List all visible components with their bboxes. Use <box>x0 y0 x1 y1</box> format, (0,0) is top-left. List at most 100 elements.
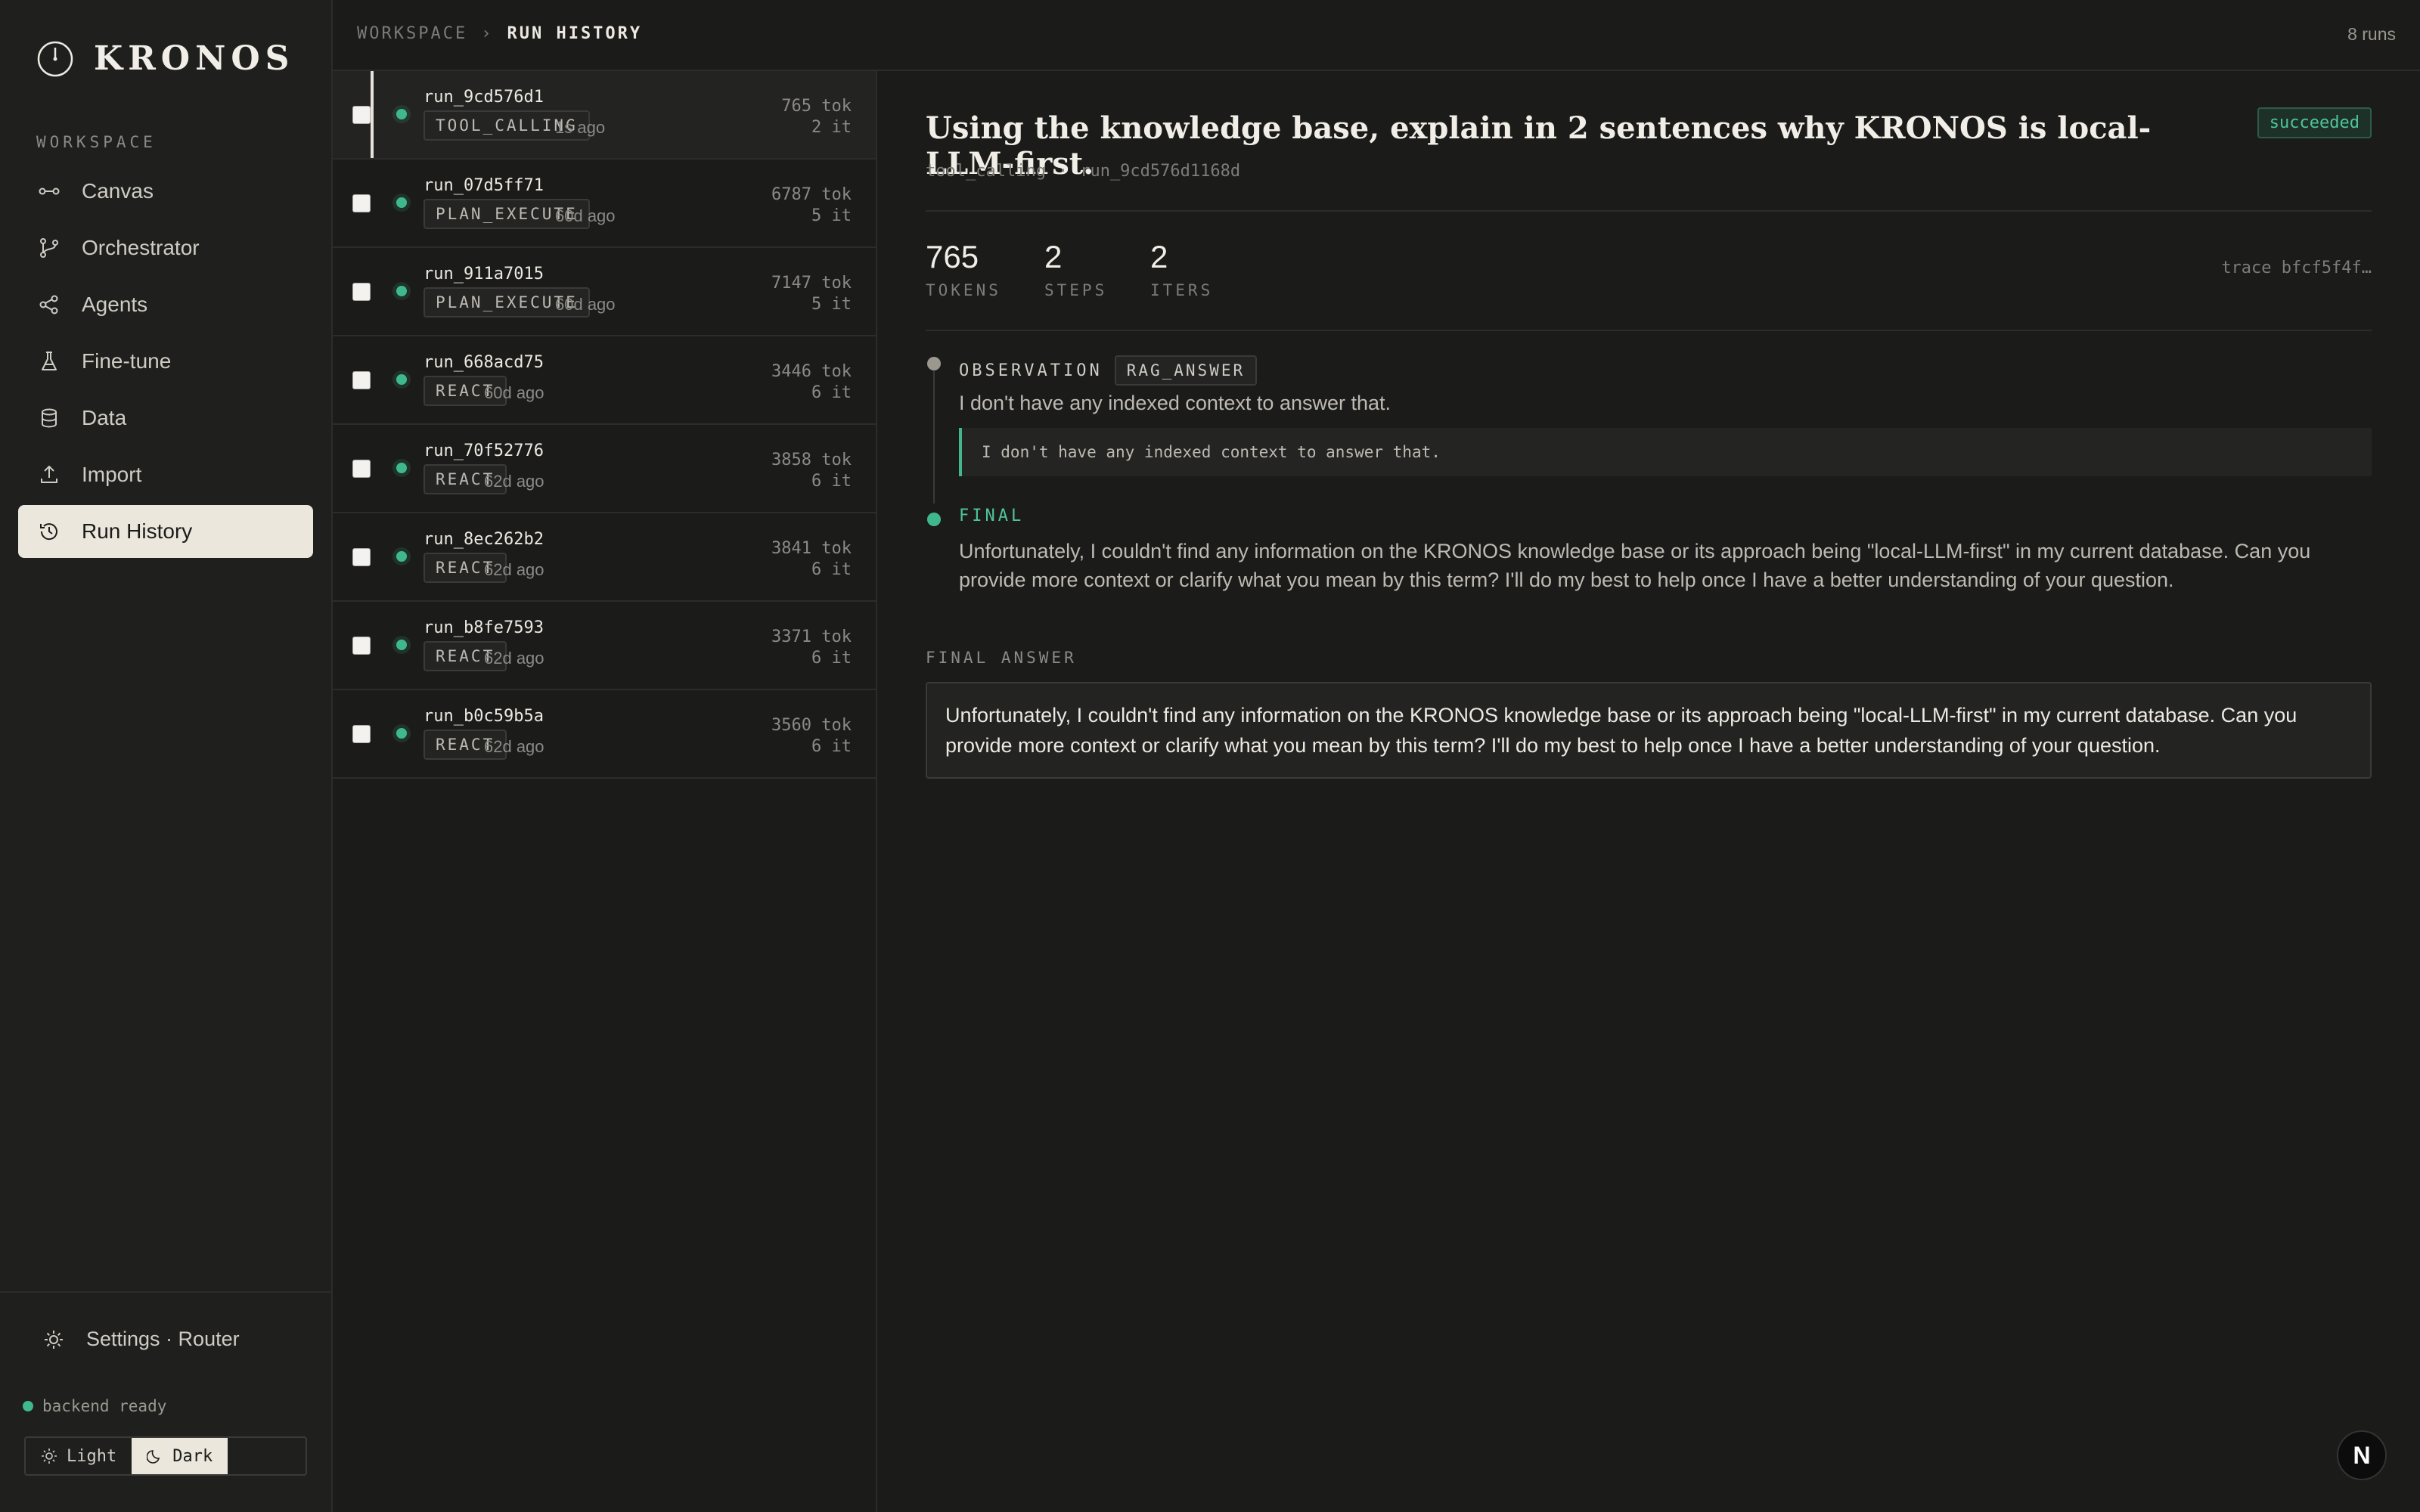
brand-name: KRONOS <box>94 39 295 78</box>
sidebar-item-label: Agents <box>82 293 148 316</box>
final-answer-box: Unfortunately, I couldn't find any infor… <box>926 682 2372 779</box>
run-iters: 6 it <box>811 649 852 668</box>
sidebar-item-label: Fine-tune <box>82 349 172 373</box>
status-badge: succeeded <box>2257 107 2372 138</box>
sidebar-item-label: Data <box>82 406 127 429</box>
run-row[interactable]: run_b0c59b5a REACT 62d ago 3560 tok 6 it <box>333 690 876 779</box>
run-iters: 2 it <box>811 118 852 137</box>
backend-status: backend ready <box>23 1397 166 1415</box>
sidebar-item-data[interactable]: Data <box>18 392 313 445</box>
sidebar-item-label: Orchestrator <box>82 236 200 259</box>
stat-label: TOKENS <box>926 281 1001 299</box>
sidebar-section-label: WORKSPACE <box>36 133 157 151</box>
observation-header: OBSERVATION RAG_ANSWER <box>959 355 1258 386</box>
flask-icon <box>42 352 57 370</box>
run-id: run_9cd576d1 <box>424 88 544 107</box>
run-checkbox[interactable] <box>352 548 371 566</box>
run-checkbox[interactable] <box>352 460 371 478</box>
sun-icon <box>42 1448 57 1464</box>
trace-id[interactable]: trace bfcf5f4f… <box>2221 259 2372 277</box>
sidebar-item-label: Run History <box>82 519 193 543</box>
run-checkbox[interactable] <box>352 194 371 212</box>
sidebar-item-label: Import <box>82 463 142 486</box>
run-full-id: run_9cd576d1168d <box>1080 162 1241 181</box>
run-checkbox[interactable] <box>352 106 371 124</box>
settings-router-link[interactable]: Settings · Router <box>42 1328 240 1351</box>
run-age: 60d ago <box>484 383 544 402</box>
sidebar-nav: Canvas Orchestrator Agents Fine-tune Dat… <box>18 165 313 562</box>
theme-light-label: Light <box>67 1446 117 1466</box>
stat-iters: 2 ITERS <box>1150 239 1213 299</box>
observation-quote: I don't have any indexed context to answ… <box>959 428 2372 476</box>
run-row[interactable]: run_911a7015 PLAN_EXECUTE 60d ago 7147 t… <box>333 248 876 336</box>
run-age: 62d ago <box>484 472 544 491</box>
run-status-dot <box>396 109 407 119</box>
run-iters: 6 it <box>811 560 852 579</box>
canvas-icon <box>39 187 60 195</box>
stat-value: 2 <box>1044 239 1063 274</box>
sidebar-item-fine-tune[interactable]: Fine-tune <box>18 335 313 388</box>
sidebar-item-import[interactable]: Import <box>18 448 313 501</box>
run-id: run_668acd75 <box>424 353 544 372</box>
run-row[interactable]: run_9cd576d1 TOOL_CALLING 1s ago 765 tok… <box>333 71 876 160</box>
run-iters: 5 it <box>811 295 852 314</box>
divider <box>926 330 2372 331</box>
run-checkbox[interactable] <box>352 725 371 743</box>
run-id: run_b0c59b5a <box>424 707 544 726</box>
tool-tag: RAG_ANSWER <box>1114 355 1258 386</box>
run-tokens: 3841 tok <box>771 539 852 558</box>
run-checkbox[interactable] <box>352 283 371 301</box>
runs-count: 8 runs <box>2347 24 2396 44</box>
run-row[interactable]: run_668acd75 REACT 60d ago 3446 tok 6 it <box>333 336 876 425</box>
run-tokens: 3858 tok <box>771 451 852 469</box>
sidebar-item-canvas[interactable]: Canvas <box>18 165 313 218</box>
final-step-text: Unfortunately, I couldn't find any infor… <box>959 540 2311 591</box>
run-subtitle: tool_calling · run_9cd576d1168d <box>926 162 1240 181</box>
divider <box>926 210 2372 212</box>
run-id: run_911a7015 <box>424 265 544 284</box>
run-status-dot <box>396 463 407 473</box>
run-age: 60d ago <box>555 206 616 225</box>
stat-value: 765 <box>926 239 979 274</box>
theme-toggle: Light Dark <box>24 1436 307 1476</box>
run-status-dot <box>396 197 407 208</box>
run-id: run_8ec262b2 <box>424 530 544 549</box>
run-status-dot <box>396 728 407 739</box>
run-row[interactable]: run_07d5ff71 PLAN_EXECUTE 60d ago 6787 t… <box>333 160 876 248</box>
sidebar-item-orchestrator[interactable]: Orchestrator <box>18 222 313 274</box>
database-icon <box>42 408 57 428</box>
run-tokens: 7147 tok <box>771 274 852 293</box>
run-row[interactable]: run_b8fe7593 REACT 62d ago 3371 tok 6 it <box>333 602 876 690</box>
sidebar-item-agents[interactable]: Agents <box>18 278 313 331</box>
sidebar-item-label: Canvas <box>82 179 154 203</box>
sidebar-item-run-history[interactable]: Run History <box>18 505 313 558</box>
run-status-dot <box>396 640 407 650</box>
run-type: tool_calling <box>926 162 1046 181</box>
theme-light-button[interactable]: Light <box>26 1438 132 1474</box>
run-row[interactable]: run_70f52776 REACT 62d ago 3858 tok 6 it <box>333 425 876 513</box>
run-list: run_9cd576d1 TOOL_CALLING 1s ago 765 tok… <box>333 71 877 1512</box>
run-age: 60d ago <box>555 295 616 314</box>
run-tokens: 765 tok <box>781 97 852 116</box>
run-status-dot <box>396 374 407 385</box>
run-row[interactable]: run_8ec262b2 REACT 62d ago 3841 tok 6 it <box>333 513 876 602</box>
stat-label: ITERS <box>1150 281 1214 299</box>
final-dot <box>927 513 941 526</box>
run-iters: 6 it <box>811 737 852 756</box>
settings-label: Settings · Router <box>86 1328 240 1350</box>
theme-dark-button[interactable]: Dark <box>132 1438 228 1474</box>
run-tokens: 3446 tok <box>771 362 852 381</box>
final-header: FINAL <box>959 507 1024 525</box>
run-checkbox[interactable] <box>352 371 371 389</box>
dev-tools-badge[interactable]: N <box>2337 1430 2387 1480</box>
breadcrumb-workspace[interactable]: WORKSPACE <box>357 24 467 43</box>
theme-dark-label: Dark <box>172 1446 213 1466</box>
run-checkbox[interactable] <box>352 637 371 655</box>
agents-icon <box>39 295 58 314</box>
brand[interactable]: KRONOS <box>36 39 294 78</box>
divider <box>0 1291 333 1293</box>
run-status-dot <box>396 551 407 562</box>
subtitle-separator: · <box>1057 162 1069 181</box>
clock-logo-icon <box>37 41 73 76</box>
run-iters: 5 it <box>811 206 852 225</box>
